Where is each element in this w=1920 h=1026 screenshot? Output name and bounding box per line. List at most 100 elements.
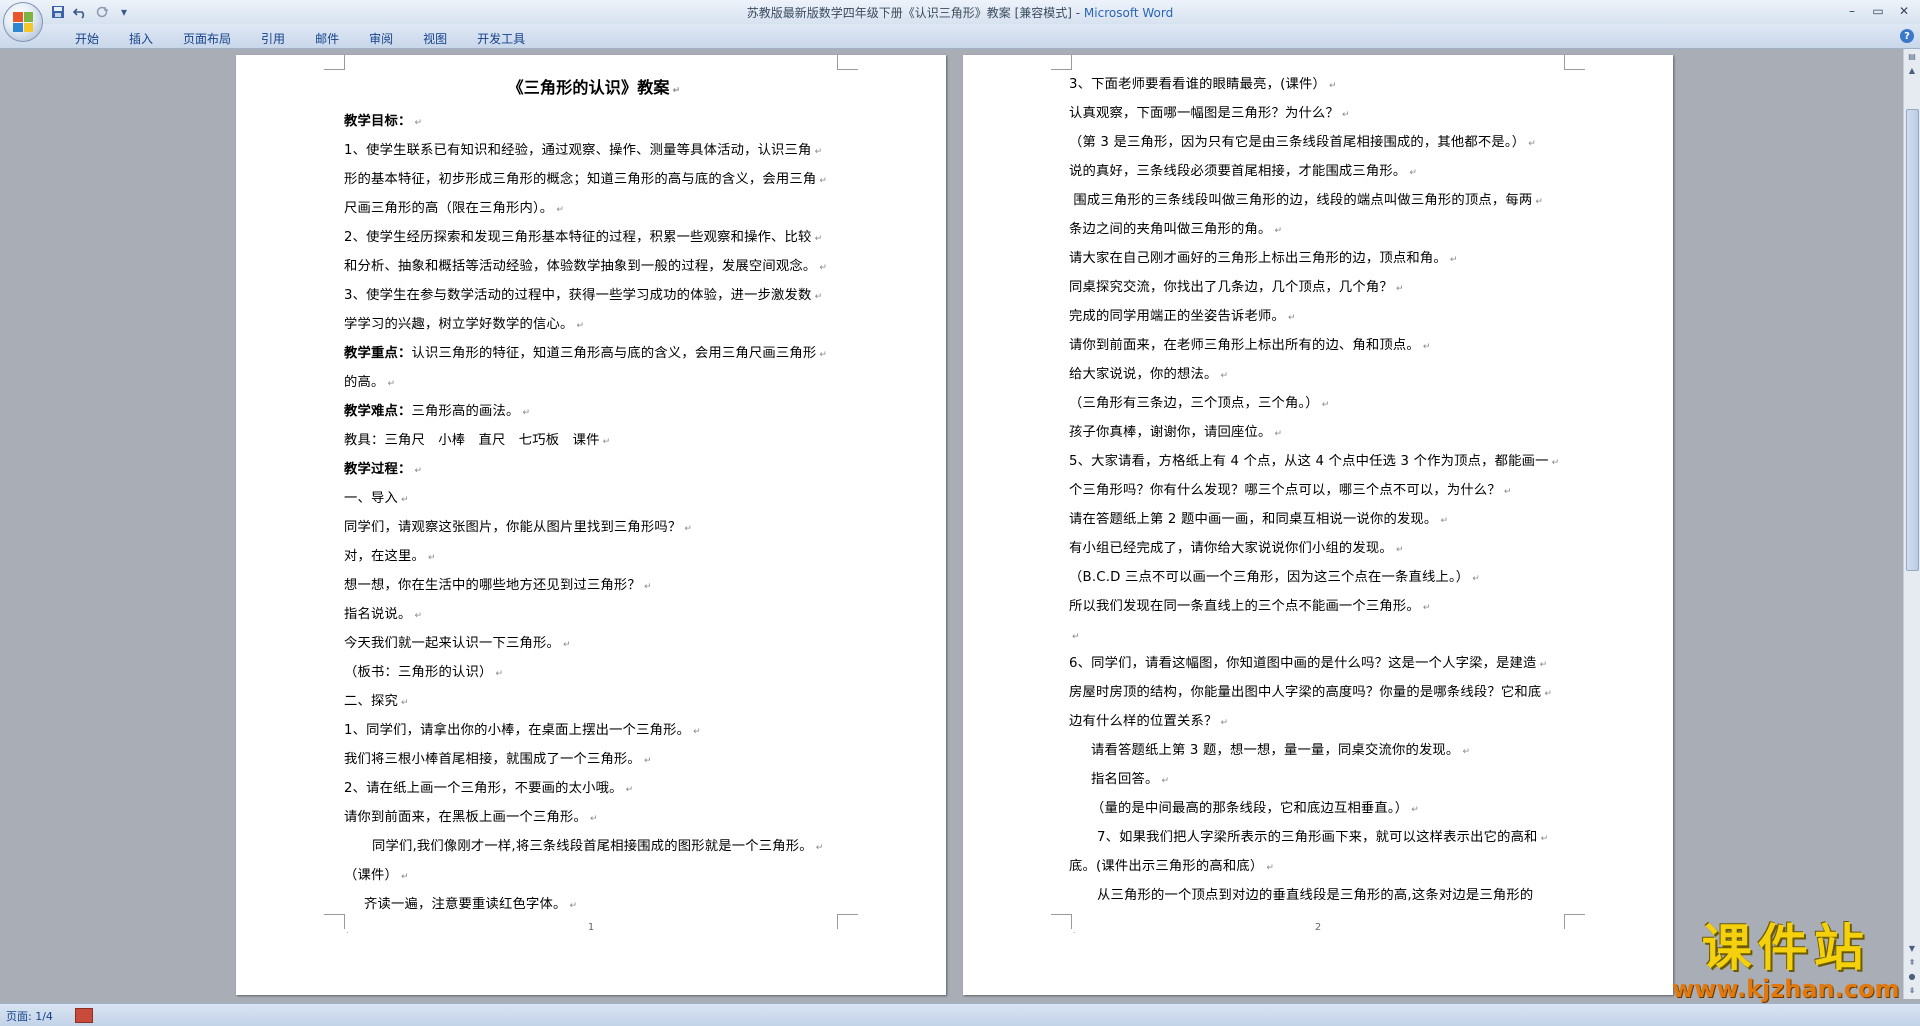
document-heading: 《三角形的认识》教案 xyxy=(344,71,844,108)
restore-button[interactable]: ▭ xyxy=(1866,2,1890,20)
paragraph-line: 同学们，请观察这张图片，你能从图片里找到三角形吗？ xyxy=(344,514,844,543)
scroll-up-icon[interactable]: ▲ xyxy=(1904,63,1920,77)
line-text: 从三角形的一个顶点到对边的垂直线段是三角形的高,这条对边是三角形的 xyxy=(1097,888,1534,903)
paragraph-line: 给大家说说，你的想法。 xyxy=(1069,361,1584,390)
paragraph-line: 同桌探究交流，你找出了几条边，几个顶点，几个角？ xyxy=(1069,274,1584,303)
ruler-toggle-icon[interactable]: ▤ xyxy=(1904,49,1920,63)
office-button[interactable] xyxy=(3,2,43,42)
paragraph-line: 孩子你真棒，谢谢你，请回座位。 xyxy=(1069,419,1584,448)
paragraph-line: 二、探究 xyxy=(344,688,844,717)
paragraph-line xyxy=(1069,622,1584,650)
line-text: 个三角形吗？你有什么发现？哪三个点可以，哪三个点不可以，为什么？ xyxy=(1069,483,1501,498)
paragraph-line: （B.C.D 三点不可以画一个三角形，因为这三个点在一条直线上。） xyxy=(1069,564,1584,593)
line-text: 我们将三根小棒首尾相接，就围成了一个三角形。 xyxy=(344,752,641,767)
scrollbar-thumb[interactable] xyxy=(1906,109,1919,571)
paragraph-line: 所以我们发现在同一条直线上的三个点不能画一个三角形。 xyxy=(1069,593,1584,622)
paragraph-line: （课件） xyxy=(344,862,844,891)
paragraph-line: 6、同学们，请看这幅图，你知道图中画的是什么吗？这是一个人字梁，是建造 xyxy=(1069,650,1584,679)
line-text: 请在答题纸上第 2 题中画一画，和同桌互相说一说你的发现。 xyxy=(1069,512,1438,527)
document-page-2[interactable]: 3、下面老师要看看谁的眼睛最亮，(课件） 认真观察，下面哪一幅图是三角形？为什么？… xyxy=(963,55,1673,995)
app-name: Microsoft Word xyxy=(1083,6,1174,20)
paragraph-line: 有小组已经完成了，请你给大家说说你们小组的发现。 xyxy=(1069,535,1584,564)
line-text: 想一想，你在生活中的哪些地方还见到过三角形？ xyxy=(344,578,641,593)
paragraph-line: 教学重点：认识三角形的特征，知道三角形高与底的含义，会用三角尺画三角形 xyxy=(344,340,844,369)
paragraph-line: 形的基本特征，初步形成三角形的概念；知道三角形的高与底的含义，会用三角 xyxy=(344,166,844,195)
paragraph-line: 请大家在自己刚才画好的三角形上标出三角形的边，顶点和角。 xyxy=(1069,245,1584,274)
paragraph-line: 教学目标： xyxy=(344,108,844,137)
line-text: 形的基本特征，初步形成三角形的概念；知道三角形的高与底的含义，会用三角 xyxy=(344,172,817,187)
next-page-icon[interactable]: ⇟ xyxy=(1904,983,1920,997)
bold-label: 教学难点： xyxy=(344,404,412,419)
line-text: 请你到前面来，在黑板上画一个三角形。 xyxy=(344,810,587,825)
paragraph-line: 5、大家请看，方格纸上有 4 个点，从这 4 个点中任选 3 个作为顶点，都能画… xyxy=(1069,448,1584,477)
paragraph-line: 从三角形的一个顶点到对边的垂直线段是三角形的高,这条对边是三角形的 xyxy=(1069,882,1584,911)
tab-references[interactable]: 引用 xyxy=(246,28,300,49)
document-page-1[interactable]: 《三角形的认识》教案 教学目标： 1、使学生联系已有知识和经验，通过观察、操作、测… xyxy=(236,55,946,995)
line-text: 同学们，请观察这张图片，你能从图片里找到三角形吗？ xyxy=(344,520,682,535)
paragraph-line: 同学们,我们像刚才一样,将三条线段首尾相接围成的图形就是一个三角形。 xyxy=(344,833,844,862)
vertical-scrollbar[interactable]: ▤ ▲ ▼ ⇞ ● ⇟ xyxy=(1903,49,1920,999)
paragraph-line: （板书：三角形的认识） xyxy=(344,659,844,688)
line-text: 围成三角形的三条线段叫做三角形的边，线段的端点叫做三角形的顶点，每两 xyxy=(1069,193,1533,208)
page-count-status[interactable]: 页面: 1/4 xyxy=(6,1008,53,1024)
page-1-body: 《三角形的认识》教案 教学目标： 1、使学生联系已有知识和经验，通过观察、操作、测… xyxy=(344,71,844,920)
line-text: 和分析、抽象和概括等活动经验，体验数学抽象到一般的过程，发展空间观念。 xyxy=(344,259,817,274)
previous-page-icon[interactable]: ⇞ xyxy=(1904,955,1920,969)
line-text: 2、请在纸上画一个三角形，不要画的太小哦。 xyxy=(344,781,623,796)
tab-view[interactable]: 视图 xyxy=(408,28,462,49)
paragraph-line: 个三角形吗？你有什么发现？哪三个点可以，哪三个点不可以，为什么？ xyxy=(1069,477,1584,506)
tab-review[interactable]: 审阅 xyxy=(354,28,408,49)
status-bar: 页面: 1/4 xyxy=(0,1003,1920,1026)
paragraph-line: 的高。 xyxy=(344,369,844,398)
line-text: 尺画三角形的高（限在三角形内）。 xyxy=(344,201,554,216)
proofing-status-icon[interactable] xyxy=(75,1008,93,1023)
line-text: （板书：三角形的认识） xyxy=(344,665,493,680)
page-2-body: 3、下面老师要看看谁的眼睛最亮，(课件） 认真观察，下面哪一幅图是三角形？为什么？… xyxy=(1069,71,1584,911)
scroll-down-icon[interactable]: ▼ xyxy=(1904,941,1920,955)
paragraph-line: 房屋时房顶的结构，你能量出图中人字梁的高度吗？你量的是哪条线段？它和底 xyxy=(1069,679,1584,708)
title-bar: ▾ 苏教版最新版数学四年级下册《认识三角形》教案 [兼容模式] - Micros… xyxy=(0,0,1920,42)
paragraph-line: 条边之间的夹角叫做三角形的角。 xyxy=(1069,216,1584,245)
minimize-button[interactable]: – xyxy=(1840,2,1864,20)
paragraph-line: 1、同学们，请拿出你的小棒，在桌面上摆出一个三角形。 xyxy=(344,717,844,746)
tab-page-layout[interactable]: 页面布局 xyxy=(168,28,246,49)
paragraph-line: 指名回答。 xyxy=(1069,766,1584,795)
bold-label: 教学重点： xyxy=(344,346,412,361)
line-text: 认真观察，下面哪一幅图是三角形？为什么？ xyxy=(1069,106,1339,121)
line-text: 7、如果我们把人字梁所表示的三角形画下来，就可以这样表示出它的高和 xyxy=(1097,830,1538,845)
tab-insert[interactable]: 插入 xyxy=(114,28,168,49)
office-logo-icon xyxy=(13,12,33,32)
close-button[interactable]: ✕ xyxy=(1892,2,1916,20)
paragraph-line: 对，在这里。 xyxy=(344,543,844,572)
crop-mark xyxy=(1051,55,1072,70)
tab-mailings[interactable]: 邮件 xyxy=(300,28,354,49)
line-text: 对，在这里。 xyxy=(344,549,425,564)
line-text: 条边之间的夹角叫做三角形的角。 xyxy=(1069,222,1272,237)
paragraph-line: 1、使学生联系已有知识和经验，通过观察、操作、测量等具体活动，认识三角 xyxy=(344,137,844,166)
watermark-url: www.kjzhan.com xyxy=(1672,975,1900,1003)
line-text: 房屋时房顶的结构，你能量出图中人字梁的高度吗？你量的是哪条线段？它和底 xyxy=(1069,685,1542,700)
document-area: 《三角形的认识》教案 教学目标： 1、使学生联系已有知识和经验，通过观察、操作、测… xyxy=(0,49,1904,999)
line-text: 认识三角形的特征，知道三角形高与底的含义，会用三角尺画三角形 xyxy=(411,346,817,361)
browse-object-icon[interactable]: ● xyxy=(1904,969,1920,983)
help-icon[interactable]: ? xyxy=(1900,29,1914,43)
paragraph-line: （第 3 是三角形，因为只有它是由三条线段首尾相接围成的，其他都不是。） xyxy=(1069,129,1584,158)
window-title: 苏教版最新版数学四年级下册《认识三角形》教案 [兼容模式] - Microsof… xyxy=(0,4,1920,21)
paragraph-line: 想一想，你在生活中的哪些地方还见到过三角形？ xyxy=(344,572,844,601)
paragraph-line: 7、如果我们把人字梁所表示的三角形画下来，就可以这样表示出它的高和 xyxy=(1069,824,1584,853)
line-text: 教具：三角尺 小棒 直尺 七巧板 课件 xyxy=(344,433,600,448)
line-text: （课件） xyxy=(344,868,398,883)
line-text: 同学们,我们像刚才一样,将三条线段首尾相接围成的图形就是一个三角形。 xyxy=(372,839,813,854)
line-text: 同桌探究交流，你找出了几条边，几个顶点，几个角？ xyxy=(1069,280,1393,295)
tab-developer[interactable]: 开发工具 xyxy=(462,28,540,49)
line-text: 齐读一遍，注意要重读红色字体。 xyxy=(364,897,567,912)
paragraph-line: 齐读一遍，注意要重读红色字体。 xyxy=(344,891,844,920)
crop-mark xyxy=(324,55,345,70)
line-text: 一、导入 xyxy=(344,491,398,506)
window-controls: – ▭ ✕ xyxy=(1840,2,1916,20)
bold-label: 教学目标： xyxy=(344,114,412,129)
line-text: （第 3 是三角形，因为只有它是由三条线段首尾相接围成的，其他都不是。） xyxy=(1069,135,1526,150)
line-text: 指名回答。 xyxy=(1091,772,1159,787)
paragraph-line: 3、下面老师要看看谁的眼睛最亮，(课件） xyxy=(1069,71,1584,100)
tab-home[interactable]: 开始 xyxy=(60,28,114,49)
